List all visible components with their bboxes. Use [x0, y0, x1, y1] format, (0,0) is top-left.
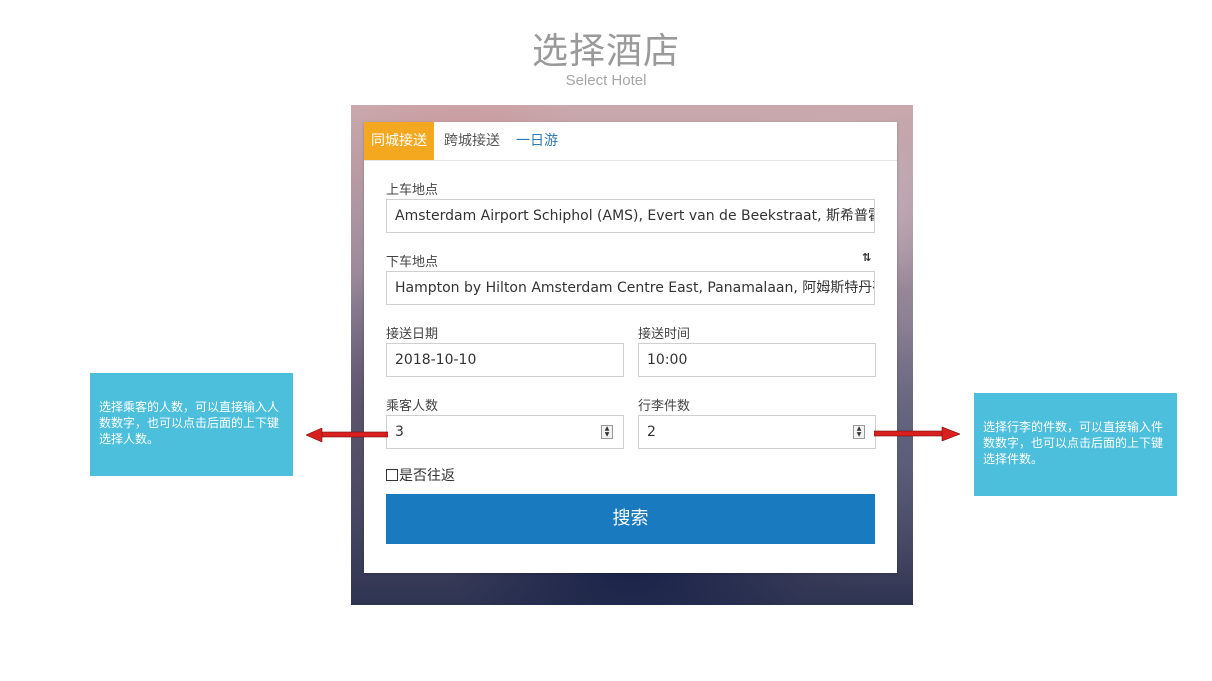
luggage-input[interactable]: 2 — [638, 415, 876, 449]
search-button[interactable]: 搜索 — [386, 494, 875, 544]
passengers-input[interactable]: 3 — [386, 415, 624, 449]
passengers-stepper-icon[interactable]: ▲ ▼ — [601, 425, 613, 439]
dropoff-input[interactable]: Hampton by Hilton Amsterdam Centre East,… — [386, 271, 875, 305]
page-subtitle: Select Hotel — [565, 72, 647, 89]
tab-same-city-transfer[interactable]: 同城接送 — [364, 122, 434, 160]
date-input[interactable]: 2018-10-10 — [386, 343, 624, 377]
tab-day-tour[interactable]: 一日游 — [509, 122, 565, 160]
round-trip-checkbox[interactable] — [386, 469, 398, 481]
pickup-input[interactable]: Amsterdam Airport Schiphol (AMS), Evert … — [386, 199, 875, 233]
annotation-arrow-left — [306, 428, 388, 442]
annotation-note-right: 选择行李的件数，可以直接输入件数数字，也可以点击后面的上下键选择件数。 — [974, 393, 1177, 496]
time-label: 接送时间 — [638, 327, 691, 342]
luggage-stepper-icon[interactable]: ▲ ▼ — [853, 425, 865, 439]
booking-card: 同城接送 跨城接送 一日游 上车地点 Amsterdam Airport Sch… — [364, 122, 897, 573]
page-title: 选择酒店 — [531, 31, 680, 72]
date-label: 接送日期 — [386, 327, 439, 342]
dropoff-label: 下车地点 — [386, 255, 439, 270]
annotation-arrow-right — [874, 427, 960, 441]
tab-cross-city-transfer[interactable]: 跨城接送 — [437, 122, 507, 160]
pickup-label: 上车地点 — [386, 183, 439, 198]
passengers-label: 乘客人数 — [386, 399, 439, 414]
swap-locations-icon[interactable]: ⇅ — [862, 251, 871, 264]
round-trip-label: 是否往返 — [399, 468, 455, 484]
round-trip-option[interactable]: 是否往返 — [386, 465, 455, 485]
tab-bar: 同城接送 跨城接送 一日游 — [364, 122, 897, 161]
time-input[interactable]: 10:00 — [638, 343, 876, 377]
luggage-label: 行李件数 — [638, 399, 691, 414]
annotation-note-left: 选择乘客的人数，可以直接输入人数数字，也可以点击后面的上下键选择人数。 — [90, 373, 293, 476]
